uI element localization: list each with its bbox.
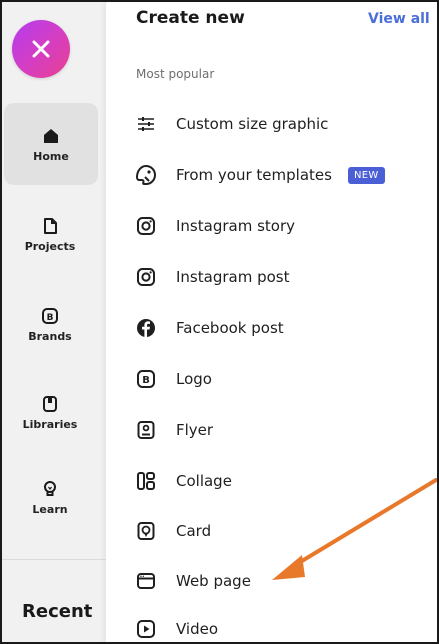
menu-item-logo[interactable]: B Logo	[134, 359, 434, 399]
collage-icon	[134, 469, 158, 493]
menu-label: Custom size graphic	[176, 115, 329, 133]
view-all-link[interactable]: View all	[368, 11, 430, 27]
left-rail: Home Projects B Brands Libraries Learn R…	[2, 2, 107, 642]
menu-label: Instagram story	[176, 217, 295, 235]
panel-title: Create new	[136, 8, 245, 28]
nav-item-libraries[interactable]: Libraries	[2, 371, 98, 453]
nav-item-learn[interactable]: Learn	[2, 456, 98, 538]
menu-item-flyer[interactable]: Flyer	[134, 410, 434, 450]
close-icon	[32, 40, 50, 58]
nav-label-libraries: Libraries	[22, 417, 78, 431]
menu-label: Card	[176, 522, 212, 540]
recent-heading: Recent	[22, 601, 93, 622]
rail-divider	[2, 559, 107, 560]
facebook-icon	[134, 316, 158, 340]
menu-item-instagram-post[interactable]: Instagram post	[134, 257, 434, 297]
menu-label: Collage	[176, 472, 232, 490]
nav-label-projects: Projects	[24, 239, 76, 253]
menu-label: Logo	[176, 370, 212, 388]
svg-text:B: B	[47, 313, 54, 323]
logo-icon: B	[134, 367, 158, 391]
instagram-icon	[134, 214, 158, 238]
nav-label-learn: Learn	[32, 502, 68, 516]
menu-item-from-your-templates[interactable]: From your templates NEW	[134, 155, 434, 195]
web-page-icon	[134, 569, 158, 593]
menu-label: Video	[176, 620, 219, 638]
brands-icon: B	[42, 307, 58, 324]
app-frame: Home Projects B Brands Libraries Learn R…	[0, 0, 439, 644]
menu-item-web-page[interactable]: Web page	[134, 561, 434, 601]
learn-icon	[44, 480, 56, 496]
menu-item-card[interactable]: Card	[134, 511, 434, 551]
menu-item-collage[interactable]: Collage	[134, 461, 434, 501]
menu-item-facebook-post[interactable]: Facebook post	[134, 308, 434, 348]
create-new-panel: Create new View all Most popular Custom …	[106, 2, 437, 642]
video-icon	[134, 617, 158, 641]
new-badge: NEW	[347, 166, 385, 184]
menu-item-video[interactable]: Video	[134, 609, 434, 642]
card-icon	[134, 519, 158, 543]
nav-item-brands[interactable]: B Brands	[2, 283, 98, 365]
svg-text:B: B	[142, 375, 150, 386]
close-button[interactable]	[12, 20, 70, 78]
menu-label: Facebook post	[176, 319, 284, 337]
nav-item-projects[interactable]: Projects	[2, 193, 98, 275]
menu-item-custom-size-graphic[interactable]: Custom size graphic	[134, 104, 434, 144]
nav-label-home: Home	[33, 149, 69, 163]
libraries-icon	[43, 395, 57, 412]
home-icon	[44, 128, 58, 143]
sliders-icon	[134, 112, 158, 136]
menu-item-instagram-story[interactable]: Instagram story	[134, 206, 434, 246]
menu-label: Web page	[176, 572, 251, 590]
section-label-most-popular: Most popular	[136, 67, 215, 81]
menu-label: From your templates	[176, 166, 332, 184]
templates-icon	[134, 163, 158, 187]
projects-icon	[44, 217, 57, 234]
nav-label-brands: Brands	[28, 329, 72, 343]
flyer-icon	[134, 418, 158, 442]
nav-item-home[interactable]: Home	[4, 103, 98, 185]
menu-label: Instagram post	[176, 268, 290, 286]
instagram-icon	[134, 265, 158, 289]
menu-label: Flyer	[176, 421, 214, 439]
